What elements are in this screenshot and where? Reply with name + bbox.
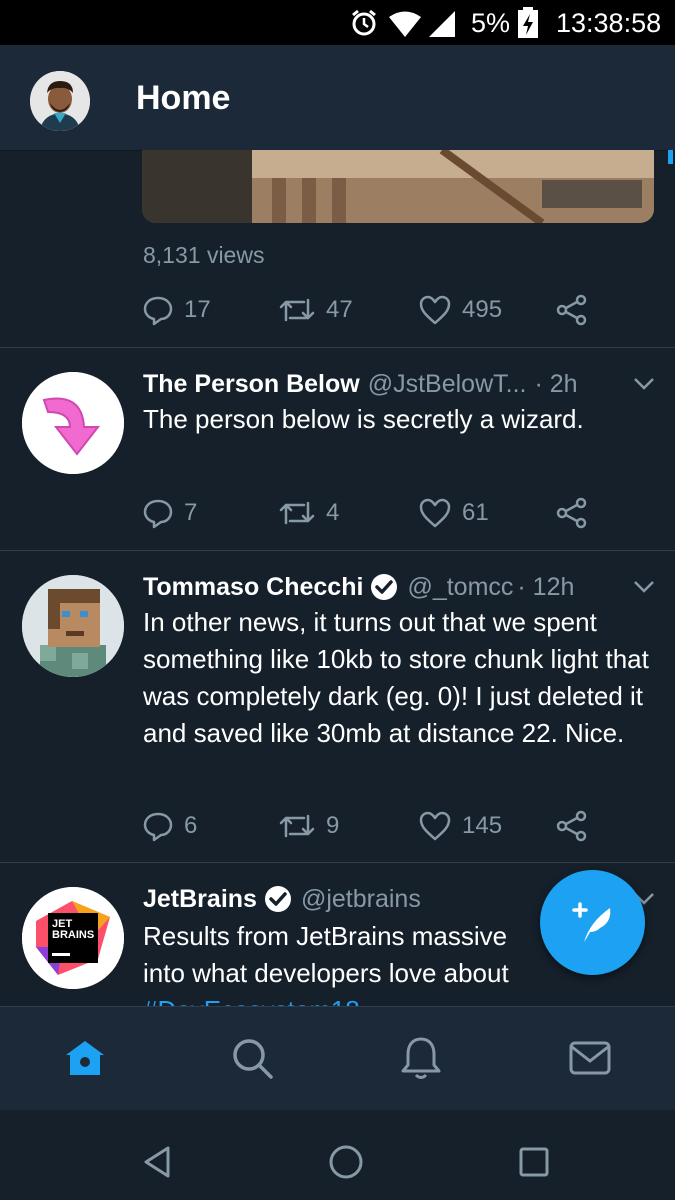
- pink-arrow-icon: [22, 372, 124, 474]
- blocky-avatar-image: [22, 575, 124, 677]
- like-count: 145: [462, 812, 503, 839]
- alarm-icon: [352, 9, 376, 36]
- avatar[interactable]: [22, 575, 124, 677]
- author-name[interactable]: Tommaso Checchi: [143, 573, 363, 602]
- like-button[interactable]: 495: [418, 290, 502, 330]
- share-icon: [556, 497, 587, 529]
- heart-icon: [419, 295, 451, 325]
- divider: [0, 347, 675, 348]
- like-button[interactable]: 145: [418, 806, 502, 846]
- like-button[interactable]: 61: [418, 493, 489, 533]
- tweet-text: The person below is secretly a wizard.: [143, 404, 584, 434]
- messages-icon[interactable]: [565, 1033, 615, 1083]
- system-nav-bar: [0, 1110, 675, 1200]
- reply-icon: [143, 499, 173, 529]
- tweet-header: JetBrains @jetbrains: [143, 883, 421, 915]
- retweet-count: 47: [326, 296, 353, 323]
- chevron-down-icon[interactable]: [632, 579, 656, 595]
- video-thumbnail[interactable]: [142, 150, 654, 223]
- search-icon[interactable]: [227, 1033, 277, 1083]
- retweet-icon: [279, 814, 315, 838]
- jetbrains-logo: JET BRAINS: [22, 887, 124, 989]
- verified-badge-icon: [264, 886, 291, 912]
- reply-count: 17: [184, 296, 211, 323]
- compose-tweet-button[interactable]: [540, 870, 645, 975]
- heart-icon: [419, 498, 451, 528]
- tweet-actions: 17 47 495: [142, 290, 602, 330]
- reply-button[interactable]: 17: [142, 290, 211, 330]
- heart-icon: [419, 811, 451, 841]
- signal-icon: [429, 11, 455, 37]
- share-button[interactable]: [556, 806, 588, 846]
- avatar[interactable]: JET BRAINS: [22, 887, 124, 989]
- chevron-down-icon[interactable]: [632, 376, 656, 392]
- home-circle-icon[interactable]: [326, 1142, 366, 1182]
- like-count: 61: [462, 499, 489, 526]
- status-bar: 5% 13:38:58: [0, 0, 675, 45]
- retweet-count: 9: [326, 812, 340, 839]
- tweet-actions: 6 9 145: [142, 806, 602, 846]
- verified-badge-icon: [371, 574, 398, 600]
- avatar-image: [30, 71, 90, 131]
- tweet-actions: 7 4 61: [142, 493, 602, 533]
- wifi-icon: [389, 11, 421, 37]
- share-icon: [556, 810, 587, 842]
- reply-button[interactable]: 7: [142, 493, 197, 533]
- divider: [0, 862, 675, 863]
- share-button[interactable]: [556, 493, 588, 533]
- reply-icon: [143, 812, 173, 842]
- back-icon[interactable]: [138, 1142, 178, 1182]
- author-name[interactable]: JetBrains: [143, 885, 257, 914]
- hashtag-link[interactable]: #DevEcosystem18: [143, 992, 653, 1006]
- home-icon[interactable]: [60, 1033, 110, 1083]
- share-icon: [556, 294, 587, 326]
- author-name[interactable]: The Person Below: [143, 370, 360, 399]
- compose-feather-icon: [572, 902, 611, 942]
- bottom-tab-bar: [0, 1006, 675, 1110]
- tweet-header: The Person Below @JstBelowT... · 2h: [143, 368, 578, 400]
- share-button[interactable]: [556, 290, 588, 330]
- logo-text-brains: BRAINS: [52, 929, 94, 941]
- view-count: 8,131 views: [143, 242, 265, 268]
- author-handle: @jetbrains: [300, 884, 421, 913]
- battery-charging-icon: [518, 7, 538, 38]
- tweet-time: · 2h: [534, 369, 578, 398]
- author-handle: @_tomcc: [407, 572, 514, 601]
- retweet-count: 4: [326, 499, 340, 526]
- retweet-icon: [279, 298, 315, 322]
- video-frame: [142, 150, 654, 223]
- divider: [0, 550, 675, 551]
- retweet-button[interactable]: 47: [278, 290, 353, 330]
- scroll-indicator: [668, 150, 673, 164]
- recents-icon[interactable]: [514, 1142, 554, 1182]
- like-count: 495: [462, 296, 503, 323]
- battery-percent: 5%: [471, 8, 511, 38]
- reply-count: 6: [184, 812, 198, 839]
- retweet-button[interactable]: 4: [278, 493, 339, 533]
- clock: 13:38:58: [556, 8, 662, 38]
- reply-button[interactable]: 6: [142, 806, 197, 846]
- top-app-bar: Home: [0, 45, 675, 151]
- tweet-header: Tommaso Checchi @_tomcc · 12h: [143, 571, 574, 603]
- notifications-icon[interactable]: [396, 1033, 446, 1083]
- tweet-text: In other news, it turns out that we spen…: [143, 607, 649, 748]
- tweet-time: · 12h: [517, 572, 575, 601]
- retweet-icon: [279, 501, 315, 525]
- reply-icon: [143, 296, 173, 326]
- retweet-button[interactable]: 9: [278, 806, 339, 846]
- profile-avatar[interactable]: [30, 71, 90, 131]
- author-handle: @JstBelowT...: [367, 369, 527, 398]
- page-title: Home: [136, 79, 231, 117]
- reply-count: 7: [184, 499, 198, 526]
- avatar[interactable]: [22, 372, 124, 474]
